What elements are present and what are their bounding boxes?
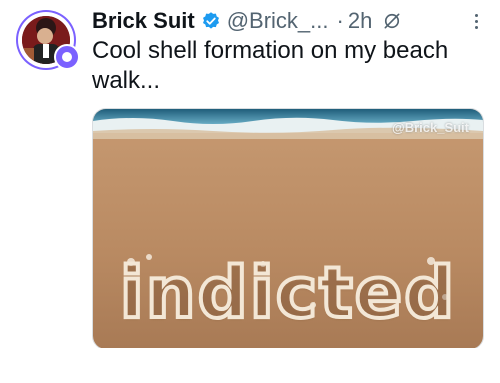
profile-badge-icon: [54, 44, 80, 70]
more-options-icon[interactable]: [466, 10, 486, 32]
separator-dot: ·: [336, 8, 344, 33]
shell-word-text: indicted: [118, 250, 457, 336]
media-image[interactable]: @Brick_Suit indicted: [92, 108, 484, 350]
tweet-text: Cool shell formation on my beach walk...: [92, 37, 449, 94]
timestamp[interactable]: 2h: [348, 8, 372, 34]
avatar[interactable]: [16, 10, 80, 70]
image-watermark: @Brick_Suit: [392, 120, 469, 135]
footer-spacer: [0, 348, 500, 383]
display-name[interactable]: Brick Suit: [92, 8, 195, 34]
user-handle[interactable]: @Brick_...: [227, 8, 329, 34]
tweet-header: Brick Suit @Brick_... · 2h: [92, 6, 486, 36]
grok-icon[interactable]: [382, 11, 402, 31]
verified-badge-icon: [202, 12, 219, 29]
